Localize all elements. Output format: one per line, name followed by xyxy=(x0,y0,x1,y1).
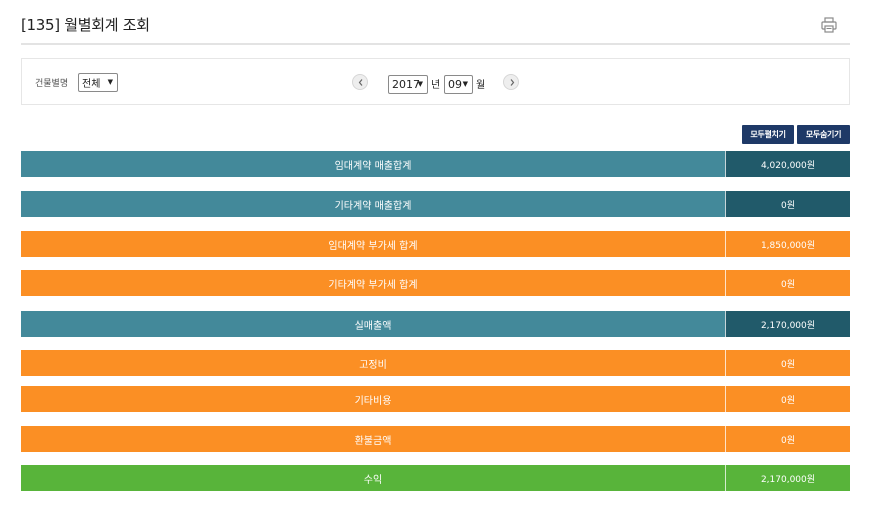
summary-row-value: 2,170,000원 xyxy=(725,465,850,491)
summary-row[interactable]: 고정비 0원 xyxy=(21,350,850,376)
collapse-all-button[interactable]: 모두숨기기 xyxy=(797,125,850,144)
summary-row-label: 환불금액 xyxy=(21,426,725,452)
prev-month-button[interactable] xyxy=(352,74,368,90)
summary-row[interactable]: 수익 2,170,000원 xyxy=(21,465,850,491)
summary-row-label: 임대계약 매출합계 xyxy=(21,151,725,177)
summary-row[interactable]: 기타계약 매출합계 0원 xyxy=(21,191,850,217)
summary-row-value: 4,020,000원 xyxy=(725,151,850,177)
summary-row[interactable]: 임대계약 매출합계 4,020,000원 xyxy=(21,151,850,177)
summary-row-value: 0원 xyxy=(725,386,850,412)
building-filter-label: 건물별명 xyxy=(35,79,69,89)
summary-row-label: 기타계약 매출합계 xyxy=(21,191,725,217)
summary-row-value: 0원 xyxy=(725,426,850,452)
summary-row-value: 0원 xyxy=(725,191,850,217)
expand-all-button[interactable]: 모두펼치기 xyxy=(742,125,794,144)
summary-row-label: 기타계약 부가세 합계 xyxy=(21,270,725,296)
summary-row[interactable]: 실매출액 2,170,000원 xyxy=(21,311,850,337)
filter-panel: 건물별명 전체 ▼ 2017 ▼ 년 09 ▼ 월 xyxy=(21,58,850,105)
summary-row-value: 0원 xyxy=(725,270,850,296)
summary-row-value: 2,170,000원 xyxy=(725,311,850,337)
year-unit-label: 년 xyxy=(431,80,441,91)
summary-row[interactable]: 임대계약 부가세 합계 1,850,000원 xyxy=(21,231,850,257)
month-select-value: 09 xyxy=(448,78,462,91)
summary-row-value: 0원 xyxy=(725,350,850,376)
year-select-value: 2017 xyxy=(392,78,420,91)
dropdown-arrow-icon: ▼ xyxy=(417,80,423,88)
building-select-value: 전체 xyxy=(82,79,101,90)
page-title: [135] 월별회계 조회 xyxy=(21,16,150,34)
summary-row-label: 실매출액 xyxy=(21,311,725,337)
year-select[interactable]: 2017 ▼ xyxy=(388,75,428,94)
summary-row[interactable]: 기타계약 부가세 합계 0원 xyxy=(21,270,850,296)
dropdown-arrow-icon: ▼ xyxy=(462,80,468,88)
summary-row[interactable]: 환불금액 0원 xyxy=(21,426,850,452)
month-select[interactable]: 09 ▼ xyxy=(444,75,473,94)
chevron-left-icon xyxy=(358,79,363,86)
summary-row[interactable]: 기타비용 0원 xyxy=(21,386,850,412)
printer-icon[interactable] xyxy=(820,16,838,34)
summary-row-value: 1,850,000원 xyxy=(725,231,850,257)
dropdown-arrow-icon: ▼ xyxy=(107,78,113,86)
summary-row-label: 고정비 xyxy=(21,350,725,376)
title-divider xyxy=(21,43,850,45)
chevron-right-icon xyxy=(510,79,515,86)
summary-row-label: 임대계약 부가세 합계 xyxy=(21,231,725,257)
next-month-button[interactable] xyxy=(503,74,519,90)
building-select[interactable]: 전체 ▼ xyxy=(78,73,118,92)
summary-row-label: 기타비용 xyxy=(21,386,725,412)
summary-row-label: 수익 xyxy=(21,465,725,491)
month-unit-label: 월 xyxy=(476,80,486,91)
